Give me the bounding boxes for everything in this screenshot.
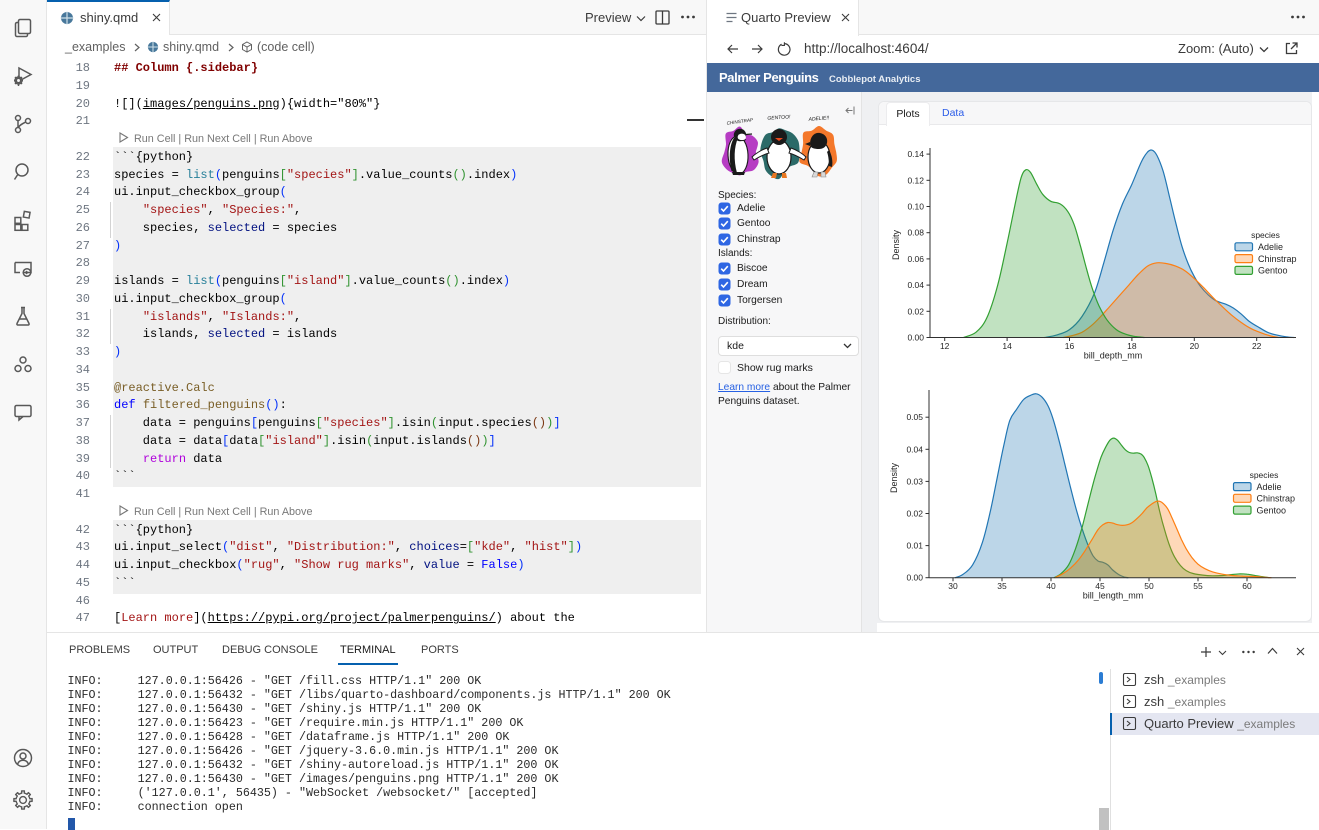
svg-text:0.00: 0.00	[906, 573, 923, 583]
svg-text:16: 16	[1065, 341, 1075, 351]
svg-text:Adelie: Adelie	[1257, 482, 1282, 492]
svg-text:12: 12	[940, 341, 950, 351]
svg-text:CHINSTRAP: CHINSTRAP	[726, 117, 754, 126]
svg-text:0.12: 0.12	[907, 175, 924, 185]
svg-text:bill_length_mm: bill_length_mm	[1083, 591, 1144, 601]
svg-text:Chinstrap: Chinstrap	[1257, 494, 1296, 504]
svg-text:GENTOO!: GENTOO!	[767, 114, 791, 122]
svg-text:0.14: 0.14	[907, 149, 924, 159]
svg-text:Gentoo: Gentoo	[1257, 505, 1287, 515]
svg-text:0.08: 0.08	[907, 228, 924, 238]
svg-text:0.02: 0.02	[907, 306, 924, 316]
svg-text:Adelie: Adelie	[1258, 242, 1283, 252]
svg-text:Density: Density	[889, 462, 899, 493]
svg-text:species: species	[1250, 470, 1279, 480]
svg-text:Gentoo: Gentoo	[1258, 266, 1288, 276]
svg-text:22: 22	[1252, 341, 1262, 351]
svg-text:0.03: 0.03	[906, 476, 923, 486]
svg-text:30: 30	[948, 581, 958, 591]
svg-text:0.02: 0.02	[906, 509, 923, 519]
svg-text:40: 40	[1046, 581, 1056, 591]
svg-text:species: species	[1251, 230, 1280, 240]
svg-text:Chinstrap: Chinstrap	[1258, 254, 1297, 264]
svg-text:0.04: 0.04	[906, 444, 923, 454]
svg-text:20: 20	[1190, 341, 1200, 351]
svg-text:0.04: 0.04	[907, 280, 924, 290]
svg-text:55: 55	[1193, 581, 1203, 591]
svg-text:18: 18	[1127, 341, 1137, 351]
svg-text:bill_depth_mm: bill_depth_mm	[1084, 351, 1143, 361]
svg-text:0.05: 0.05	[906, 412, 923, 422]
svg-text:0.10: 0.10	[907, 202, 924, 212]
svg-text:14: 14	[1002, 341, 1012, 351]
svg-text:60: 60	[1242, 581, 1252, 591]
svg-text:Density: Density	[891, 229, 901, 260]
svg-text:0.01: 0.01	[906, 541, 923, 551]
svg-text:0.06: 0.06	[907, 254, 924, 264]
svg-text:ADELIE!!: ADELIE!!	[807, 115, 830, 123]
svg-text:50: 50	[1144, 581, 1154, 591]
svg-text:35: 35	[997, 581, 1007, 591]
svg-text:0.00: 0.00	[907, 333, 924, 343]
